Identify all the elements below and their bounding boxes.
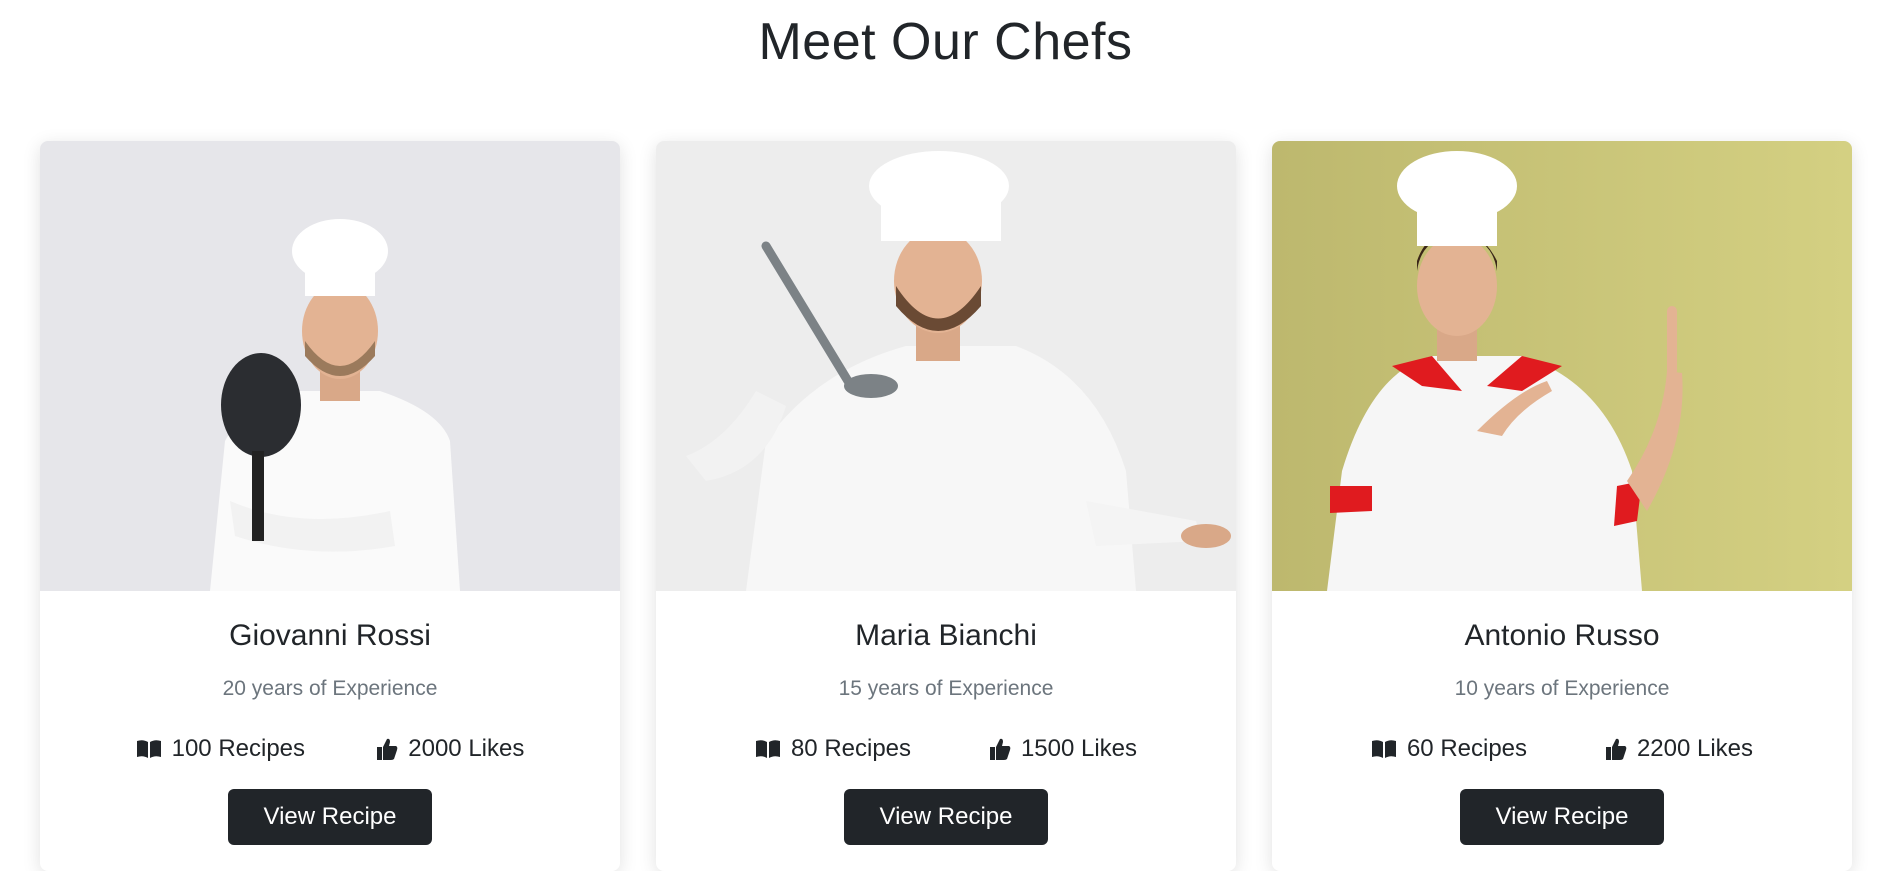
likes-stat: 1500 Likes [989,735,1137,763]
chef-cards: Giovanni Rossi 20 years of Experience 10… [40,141,1852,871]
recipes-stat: 80 Recipes [755,735,911,763]
chef-photo [656,141,1236,591]
section-title: Meet Our Chefs [758,13,1133,71]
chef-experience: 10 years of Experience [1454,677,1670,700]
thumbs-up-icon [1605,738,1627,760]
chef-stats: 80 Recipes 1500 Likes [656,735,1236,763]
chef-stats: 100 Recipes 2000 Likes [40,735,620,763]
recipes-count: 80 Recipes [790,735,912,762]
chef-photo [40,141,620,591]
chef-name: Antonio Russo [1464,619,1660,652]
chef-card: Antonio Russo 10 years of Experience 60 … [1272,141,1852,871]
thumbs-up-icon [989,738,1011,760]
thumbs-up-icon [377,738,398,760]
recipes-stat: 60 Recipes [1371,735,1527,763]
likes-stat: 2200 Likes [1605,735,1753,763]
likes-count: 2200 Likes [1636,735,1754,762]
open-book-icon [1371,740,1396,758]
open-book-icon [136,740,161,758]
likes-count: 2000 Likes [408,735,525,762]
recipes-stat: 100 Recipes [136,735,305,763]
recipes-count: 60 Recipes [1406,735,1528,762]
chef-photo [1272,141,1852,591]
recipes-count: 100 Recipes [171,735,306,762]
chef-card: Maria Bianchi 15 years of Experience 80 … [656,141,1236,871]
view-recipe-button[interactable]: View Recipe [843,789,1049,845]
chef-name: Giovanni Rossi [229,619,431,652]
view-recipe-button[interactable]: View Recipe [1459,789,1665,845]
likes-stat: 2000 Likes [376,735,524,763]
view-recipe-button[interactable]: View Recipe [227,789,433,845]
chef-name: Maria Bianchi [855,619,1037,652]
open-book-icon [755,740,780,758]
chef-experience: 15 years of Experience [838,677,1054,700]
chef-stats: 60 Recipes 2200 Likes [1272,735,1852,763]
likes-count: 1500 Likes [1020,735,1138,762]
chef-card: Giovanni Rossi 20 years of Experience 10… [40,141,620,871]
chef-experience: 20 years of Experience [222,677,438,700]
